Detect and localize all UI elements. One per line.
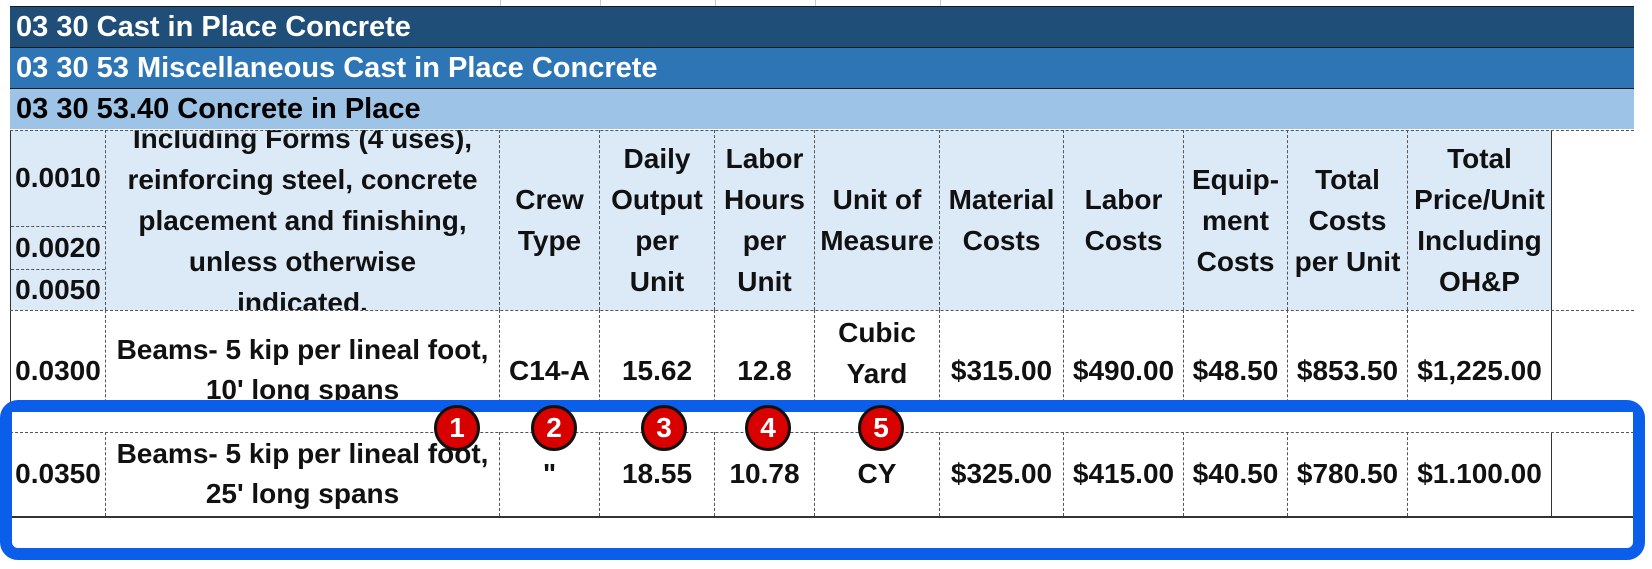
header-daily-output: Daily Output per Unit bbox=[600, 130, 715, 310]
header-equipment-costs: Equip- ment Costs bbox=[1184, 130, 1288, 310]
header-material-costs: Material Costs bbox=[940, 130, 1064, 310]
header-total-price-ohp: Total Price/Unit Including OH&P bbox=[1408, 130, 1552, 310]
header-description: Including Forms (4 uses), reinforcing st… bbox=[106, 130, 500, 310]
row-divider bbox=[10, 130, 1634, 131]
header-code-0020: 0.0020 bbox=[11, 227, 105, 270]
header-code-0050: 0.0050 bbox=[15, 274, 101, 305]
annotation-badge-3: 3 bbox=[641, 405, 687, 451]
section-header-level1: 03 30 Cast in Place Concrete bbox=[10, 6, 1634, 47]
header-labor-costs: Labor Costs bbox=[1064, 130, 1184, 310]
annotation-badge-4: 4 bbox=[745, 405, 791, 451]
highlight-mask bbox=[12, 412, 1633, 432]
selection-highlight bbox=[0, 400, 1645, 560]
section-header-level2: 03 30 53 Miscellaneous Cast in Place Con… bbox=[10, 47, 1634, 88]
annotation-badge-1: 1 bbox=[434, 405, 480, 451]
spreadsheet: 03 30 Cast in Place Concrete 03 30 53 Mi… bbox=[0, 0, 1652, 569]
header-crew-type: Crew Type bbox=[500, 130, 600, 310]
header-unit-of-measure: Unit of Measure bbox=[815, 130, 940, 310]
header-code-0010: 0.0010 bbox=[11, 130, 105, 227]
header-total-costs: Total Costs per Unit bbox=[1288, 130, 1408, 310]
section-header-level3: 03 30 53.40 Concrete in Place bbox=[10, 88, 1634, 129]
header-code-cell: 0.0010 0.0020 0.0050 bbox=[10, 130, 106, 310]
annotation-badge-2: 2 bbox=[531, 405, 577, 451]
annotation-badge-5: 5 bbox=[858, 405, 904, 451]
header-labor-hours: Labor Hours per Unit bbox=[715, 130, 815, 310]
row-divider bbox=[10, 310, 1634, 311]
